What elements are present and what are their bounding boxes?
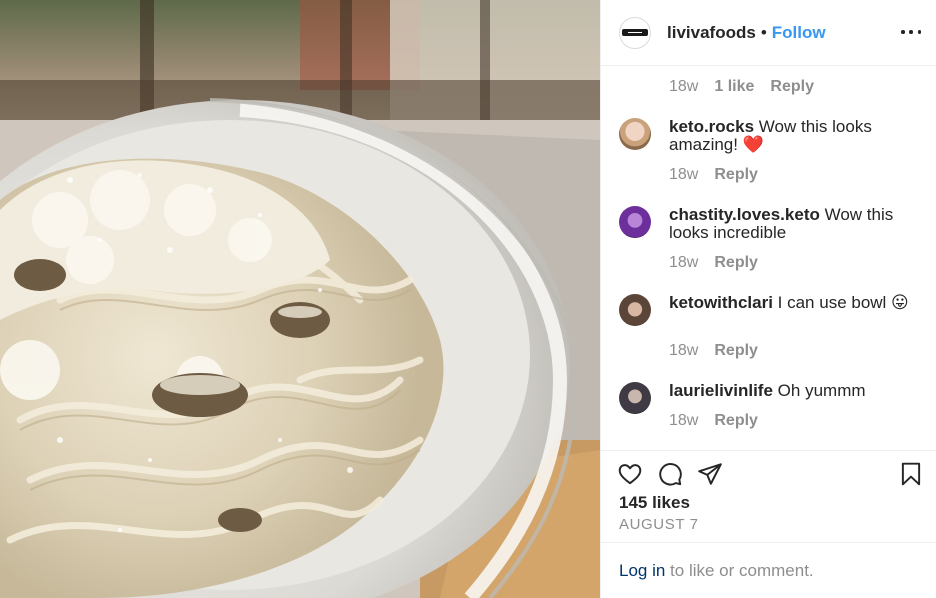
heart-icon[interactable]: [617, 461, 643, 487]
comment-username[interactable]: ketowithclari: [669, 293, 773, 312]
comment-item: laurielivinlife Oh yummm: [619, 382, 929, 414]
comment-meta-row: 18w Reply: [669, 412, 758, 430]
comment-meta-row: 18w 1 like Reply: [669, 78, 814, 96]
follow-button[interactable]: Follow: [772, 23, 826, 43]
account-avatar[interactable]: [619, 16, 651, 49]
commenter-avatar[interactable]: [619, 206, 651, 238]
reply-button[interactable]: Reply: [714, 254, 758, 272]
pasta-image: [0, 0, 600, 598]
post-actions: 145 likes AUGUST 7: [601, 450, 936, 542]
more-options-icon[interactable]: [901, 22, 921, 42]
comment-item: chastity.loves.keto Wow this looks incre…: [619, 206, 929, 242]
comment-time: 18w: [669, 412, 699, 429]
commenter-avatar[interactable]: [619, 382, 651, 414]
comments-list[interactable]: 18w 1 like Reply keto.rocks Wow this loo…: [601, 67, 936, 450]
reply-button[interactable]: Reply: [714, 166, 758, 184]
post-header: livivafoods • Follow: [601, 0, 936, 66]
comment-bubble-icon[interactable]: [657, 461, 683, 487]
comment-meta-row: 18w Reply: [669, 166, 758, 184]
reply-button[interactable]: Reply: [770, 78, 814, 96]
comment-username[interactable]: chastity.loves.keto: [669, 205, 820, 224]
comment-likes-link[interactable]: 1 like: [714, 78, 754, 96]
comment-text: I can use bowl 😛: [777, 293, 909, 312]
commenter-avatar[interactable]: [619, 118, 651, 150]
bookmark-icon[interactable]: [898, 461, 924, 487]
comment-time: 18w: [669, 342, 699, 359]
login-prompt: Log in to like or comment.: [601, 542, 936, 598]
comment-body: ketowithclari I can use bowl 😛: [669, 294, 921, 326]
comment-meta-row: 18w Reply: [669, 342, 758, 360]
comment-time: 18w: [669, 78, 699, 95]
login-prompt-text: to like or comment.: [665, 560, 814, 580]
comment-text: Oh yummm: [777, 381, 866, 400]
liviva-logo-icon: [622, 29, 648, 36]
post-photo[interactable]: [0, 0, 600, 598]
comment-item: ketowithclari I can use bowl 😛: [619, 294, 929, 326]
comment-username[interactable]: keto.rocks: [669, 117, 754, 136]
comment-time: 18w: [669, 254, 699, 271]
comment-body: laurielivinlife Oh yummm: [669, 382, 921, 414]
post-date[interactable]: AUGUST 7: [619, 516, 699, 533]
commenter-avatar[interactable]: [619, 294, 651, 326]
comment-username[interactable]: laurielivinlife: [669, 381, 773, 400]
reply-button[interactable]: Reply: [714, 412, 758, 430]
comment-meta-row: 18w Reply: [669, 254, 758, 272]
likes-count[interactable]: 145 likes: [619, 493, 690, 513]
comment-body: chastity.loves.keto Wow this looks incre…: [669, 206, 921, 242]
header-separator: •: [760, 22, 767, 42]
comment-body: keto.rocks Wow this looks amazing! ❤️: [669, 118, 921, 154]
comment-time: 18w: [669, 166, 699, 183]
reply-button[interactable]: Reply: [714, 342, 758, 360]
login-link[interactable]: Log in: [619, 561, 665, 581]
header-username[interactable]: livivafoods: [667, 23, 756, 43]
post-side-panel: livivafoods • Follow 18w 1 like Reply ke…: [600, 0, 936, 598]
send-icon[interactable]: [697, 461, 723, 487]
comment-item: keto.rocks Wow this looks amazing! ❤️: [619, 118, 929, 154]
